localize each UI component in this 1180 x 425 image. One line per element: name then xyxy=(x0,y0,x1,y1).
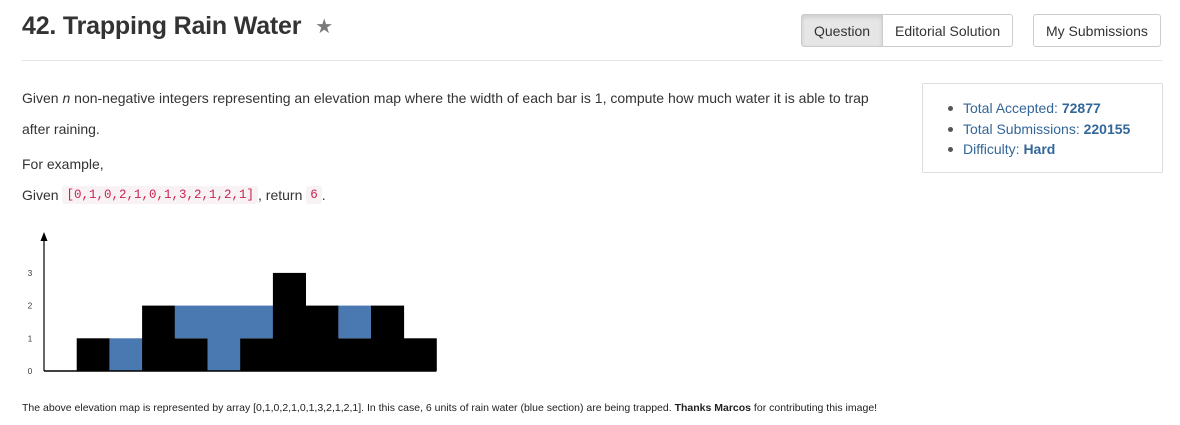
stat-submissions: Total Submissions: 220155 xyxy=(945,119,1162,140)
water-segment xyxy=(338,305,372,339)
stats-box: Total Accepted: 72877 Total Submissions:… xyxy=(922,83,1163,173)
problem-page: 42. Trapping Rain Water ★ Question Edito… xyxy=(0,0,1180,425)
header-divider xyxy=(22,60,1162,61)
y-axis-arrow xyxy=(40,232,48,241)
elevation-bar xyxy=(272,272,306,371)
example-heading: For example, xyxy=(22,156,104,172)
star-icon[interactable]: ★ xyxy=(315,17,333,37)
caption-thanks: Thanks Marcos xyxy=(674,402,752,414)
view-tabs: Question Editorial Solution xyxy=(801,14,1014,47)
stat-accepted-value: 72877 xyxy=(1061,100,1101,116)
desc-suffix: non-negative integers representing an el… xyxy=(70,90,869,106)
example-input-code: [0,1,0,2,1,0,1,3,2,1,2,1] xyxy=(62,186,258,204)
example-end: . xyxy=(321,187,326,203)
my-submissions-button[interactable]: My Submissions xyxy=(1033,14,1161,47)
caption-text: The above elevation map is represented b… xyxy=(22,402,675,414)
desc-line2: after raining. xyxy=(22,121,100,137)
stat-difficulty: Difficulty: Hard xyxy=(945,139,1162,160)
stat-difficulty-label: Difficulty: xyxy=(963,141,1020,157)
elevation-bar xyxy=(240,338,274,371)
stat-accepted: Total Accepted: 72877 xyxy=(945,98,1162,119)
elevation-bar xyxy=(305,305,339,371)
water-segment xyxy=(240,305,274,339)
caption-end: for contributing this image! xyxy=(751,402,878,414)
chart-caption: The above elevation map is represented b… xyxy=(22,402,877,414)
elevation-map-chart: 0 1 2 3 xyxy=(28,232,437,376)
example-prefix: Given xyxy=(22,187,63,203)
example-line: Given [0,1,0,2,1,0,1,3,2,1,2,1], return … xyxy=(22,186,326,204)
desc-prefix: Given xyxy=(22,90,63,106)
water-segment xyxy=(174,305,208,339)
tab-question[interactable]: Question xyxy=(801,14,884,47)
problem-title: 42. Trapping Rain Water xyxy=(22,12,302,40)
elevation-bar xyxy=(403,338,437,371)
water-segment xyxy=(109,338,143,371)
tab-editorial-solution[interactable]: Editorial Solution xyxy=(883,14,1014,47)
y-tick-label: 0 xyxy=(28,367,33,376)
stat-accepted-label: Total Accepted: xyxy=(963,100,1058,116)
y-tick-label: 2 xyxy=(28,302,33,311)
example-mid: , return xyxy=(258,187,307,203)
water-segment xyxy=(207,305,241,371)
elevation-bar xyxy=(338,338,372,371)
elevation-bar xyxy=(76,338,110,371)
stat-submissions-label: Total Submissions: xyxy=(963,120,1080,137)
title-row: 42. Trapping Rain Water ★ xyxy=(22,12,333,41)
elevation-bar xyxy=(174,338,208,371)
y-tick-label: 3 xyxy=(28,269,33,278)
elevation-bar xyxy=(371,305,405,371)
stat-difficulty-value: Hard xyxy=(1023,141,1056,157)
problem-description: Given n non-negative integers representi… xyxy=(22,88,902,140)
y-tick-label: 1 xyxy=(28,334,33,343)
elevation-bar xyxy=(142,305,176,371)
example-result-code: 6 xyxy=(306,186,322,204)
stat-submissions-value: 220155 xyxy=(1083,120,1131,137)
